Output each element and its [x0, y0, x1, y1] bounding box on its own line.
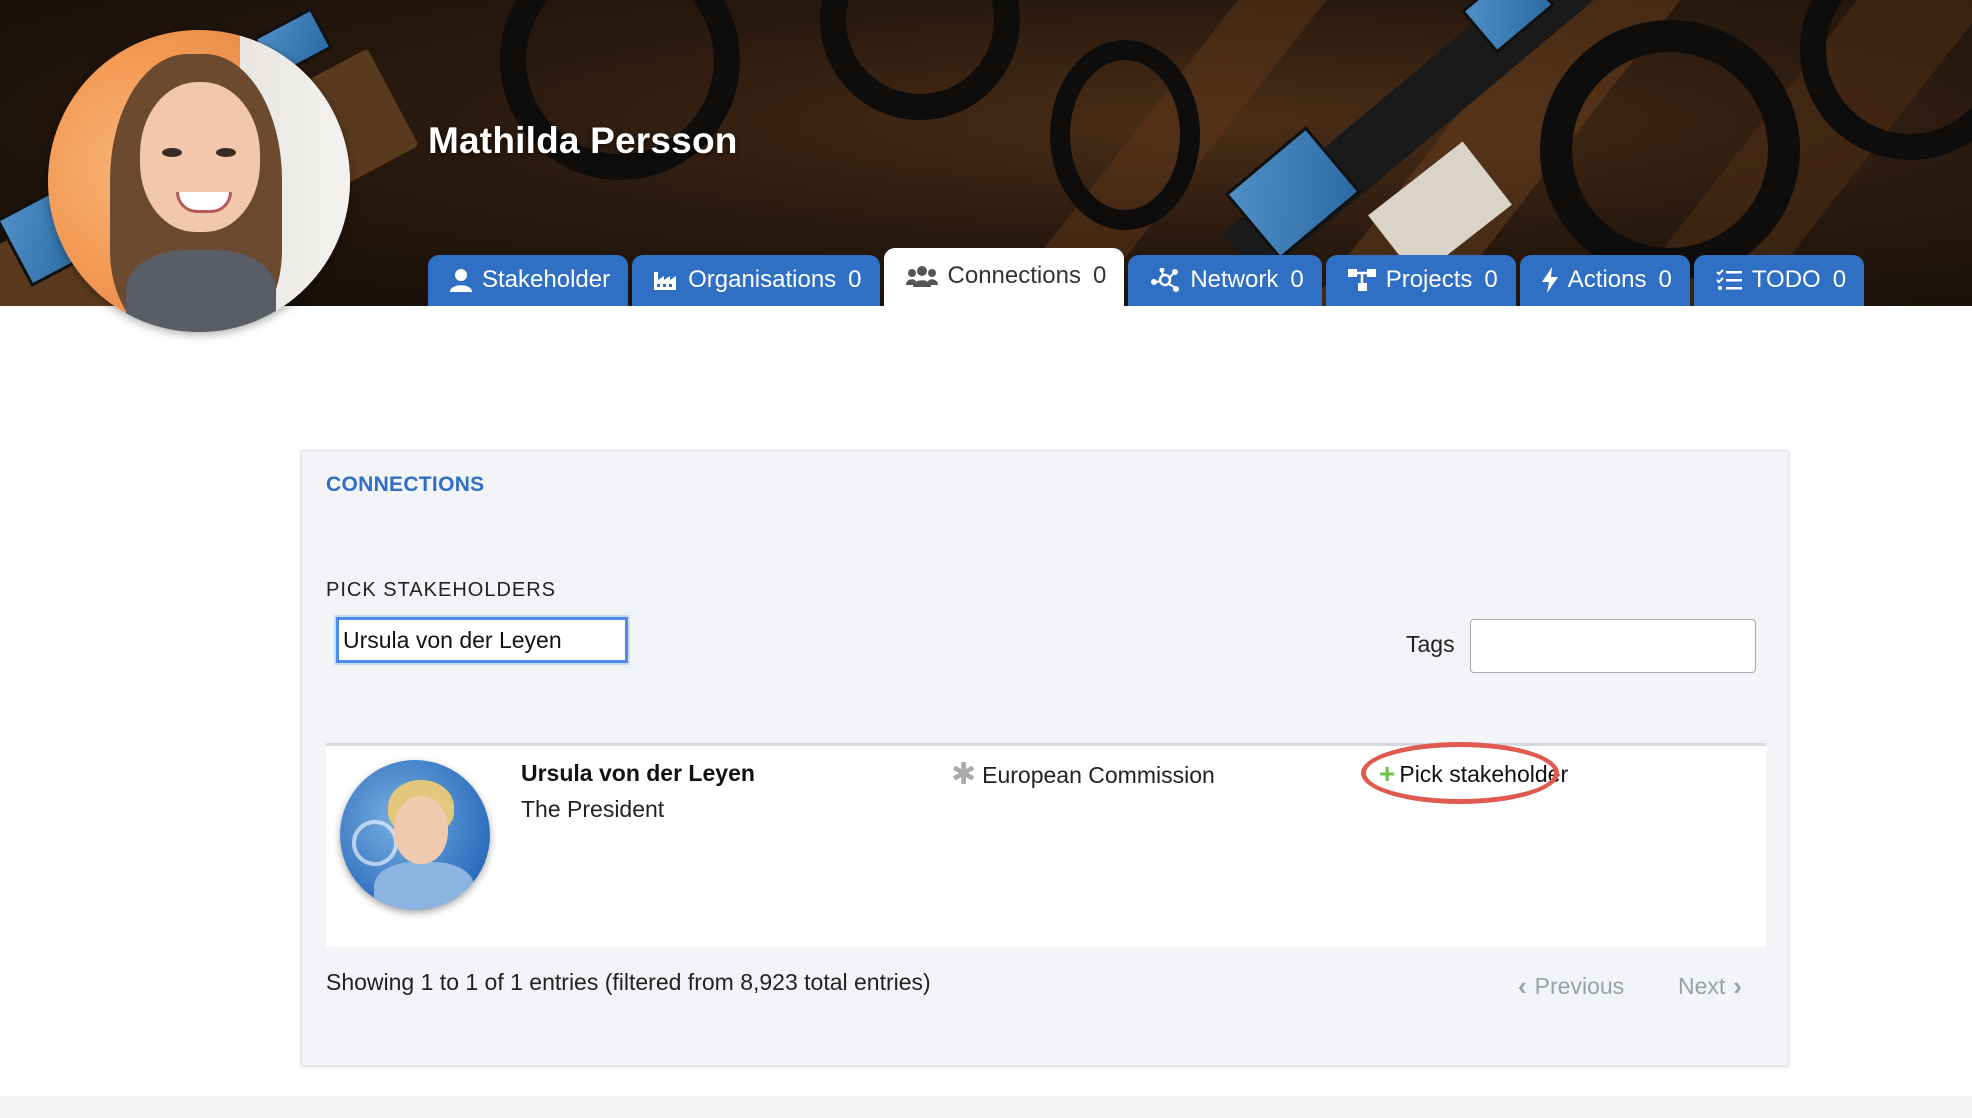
tab-todo[interactable]: TODO 0 — [1693, 255, 1865, 306]
sitemap-icon — [1347, 268, 1376, 291]
tab-count: 0 — [1832, 265, 1847, 293]
tab-count: 0 — [1658, 265, 1672, 293]
next-page-button[interactable]: Next › — [1678, 971, 1750, 1002]
tab-label: Connections — [947, 262, 1081, 289]
stakeholder-role: The President — [521, 796, 665, 822]
pick-stakeholders-label: PICK STAKEHOLDERS — [326, 579, 557, 601]
pick-stakeholder-label: Pick stakeholder — [1399, 760, 1569, 787]
connections-panel: CONNECTIONS PICK STAKEHOLDERS Tags Ursul… — [301, 450, 1789, 1066]
chevron-left-icon: ‹ — [1518, 971, 1527, 1001]
tab-organisations[interactable]: Organisations 0 — [632, 255, 880, 306]
tab-actions[interactable]: Actions 0 — [1519, 255, 1690, 306]
users-icon — [905, 265, 938, 287]
bolt-icon — [1541, 266, 1558, 293]
chevron-right-icon: › — [1733, 971, 1742, 1001]
profile-avatar — [48, 30, 350, 332]
plus-icon: + — [1379, 758, 1396, 789]
tab-label: Network — [1190, 265, 1279, 293]
tab-label: Stakeholder — [482, 265, 611, 293]
pick-stakeholder-button[interactable]: + Pick stakeholder — [1379, 760, 1568, 788]
tab-connections[interactable]: Connections 0 — [883, 248, 1125, 306]
asterisk-icon: ✱ — [951, 758, 977, 791]
network-icon — [1150, 267, 1180, 292]
page-footer — [0, 1096, 1972, 1118]
profile-tabs: Stakeholder Organisations 0 Connections … — [428, 248, 1868, 306]
stakeholder-avatar — [340, 760, 490, 910]
tab-count: 0 — [1092, 262, 1107, 289]
tab-projects[interactable]: Projects 0 — [1325, 255, 1516, 306]
tab-label: TODO — [1751, 265, 1821, 293]
tab-count: 0 — [1484, 265, 1498, 293]
tab-label: Organisations — [688, 265, 837, 293]
tags-label: Tags — [1406, 631, 1455, 657]
tab-count: 0 — [848, 265, 862, 293]
user-icon — [450, 268, 472, 292]
tab-network[interactable]: Network 0 — [1128, 255, 1322, 306]
panel-title: CONNECTIONS — [326, 473, 485, 496]
checklist-icon — [1716, 268, 1742, 291]
previous-label: Previous — [1534, 973, 1625, 999]
previous-page-button[interactable]: ‹ Previous — [1510, 971, 1624, 1002]
tab-count: 0 — [1290, 265, 1304, 293]
results-table: Ursula von der Leyen The President ✱ Eur… — [326, 742, 1766, 947]
profile-name: Mathilda Persson — [428, 120, 738, 161]
stakeholder-organisation: ✱ European Commission — [951, 760, 1215, 790]
pagination-info: Showing 1 to 1 of 1 entries (filtered fr… — [326, 969, 931, 995]
next-label: Next — [1678, 973, 1726, 999]
stakeholder-name: Ursula von der Leyen — [521, 760, 755, 786]
organisation-name: European Commission — [982, 761, 1215, 788]
tab-label: Projects — [1385, 265, 1473, 293]
tab-stakeholder[interactable]: Stakeholder — [428, 255, 629, 306]
industry-icon — [654, 270, 678, 290]
tags-input[interactable] — [1470, 619, 1756, 673]
tab-label: Actions — [1567, 265, 1647, 293]
stakeholder-search-input[interactable] — [336, 617, 628, 663]
